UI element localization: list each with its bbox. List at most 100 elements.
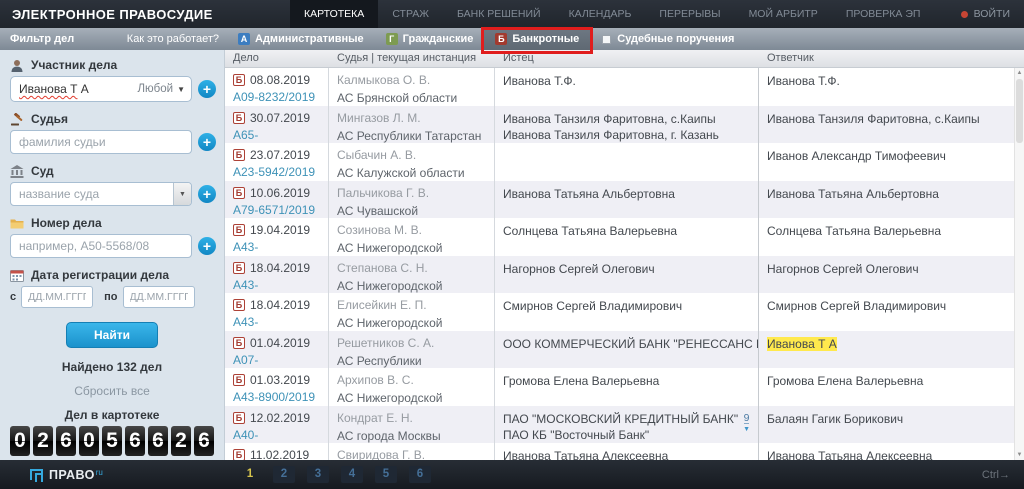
page-button-3[interactable]: 3 bbox=[307, 466, 329, 483]
case-number-link[interactable]: А65-22737/2019 bbox=[233, 128, 320, 144]
tab-label: Административные bbox=[255, 33, 364, 45]
plaintiff-cell: Иванова Т.Ф. bbox=[495, 68, 759, 106]
calendar-icon bbox=[10, 269, 24, 282]
add-judge-button[interactable]: + bbox=[198, 133, 216, 151]
participant-role-dropdown[interactable]: Любой ▼ bbox=[138, 83, 186, 95]
nav-item-календарь[interactable]: КАЛЕНДАРЬ bbox=[555, 0, 646, 28]
plaintiff-name: Громова Елена Валерьевна bbox=[503, 373, 750, 389]
judge-cell: Пальчикова Г. В.АС Чувашской Республики bbox=[329, 181, 495, 219]
more-parties-badge[interactable]: 9▼ bbox=[743, 413, 750, 435]
defendant-cell: Смирнов Сергей Владимирович bbox=[759, 293, 1014, 331]
case-cell: Б12.02.2019А40-32986/2019 bbox=[225, 406, 329, 444]
table-row: Б18.04.2019А43-16534/2019Степанова С. Н.… bbox=[225, 256, 1014, 294]
plaintiff-name: ПАО "МОСКОВСКИЙ КРЕДИТНЫЙ БАНК" bbox=[503, 411, 750, 427]
add-participant-button[interactable]: + bbox=[198, 80, 216, 98]
nav-item-картотека[interactable]: КАРТОТЕКА bbox=[290, 0, 378, 28]
page-button-6[interactable]: 6 bbox=[409, 466, 431, 483]
page-button-4[interactable]: 4 bbox=[341, 466, 363, 483]
case-number-link[interactable]: А43-16534/2019 bbox=[233, 278, 320, 294]
checkbox-icon bbox=[602, 35, 611, 44]
case-number-input[interactable] bbox=[10, 234, 192, 258]
reset-all-link[interactable]: Сбросить все bbox=[0, 384, 224, 398]
table-row: Б12.02.2019А40-32986/2019Кондрат Е. Н.АС… bbox=[225, 406, 1014, 444]
app-title: ЭЛЕКТРОННОЕ ПРАВОСУДИЕ bbox=[0, 0, 230, 28]
judge-cell: Мингазов Л. М.АС Республики Татарстан bbox=[329, 106, 495, 144]
counter-digit: 6 bbox=[56, 426, 76, 456]
table-row: Б10.06.2019А79-6571/2019Пальчикова Г. В.… bbox=[225, 181, 1014, 219]
judge-name: Решетников С. А. bbox=[337, 336, 486, 351]
court-select[interactable]: название суда ▼ bbox=[10, 182, 192, 206]
court-name: АС Республики Татарстан bbox=[337, 129, 486, 144]
case-number-link[interactable]: А43-16430/2019 bbox=[233, 315, 320, 331]
table-row: Б18.04.2019А43-16430/2019Елисейкин Е. П.… bbox=[225, 293, 1014, 331]
case-number-link[interactable]: А07-10026/2019 bbox=[233, 353, 320, 369]
case-cell: Б01.03.2019А43-8900/2019 bbox=[225, 368, 329, 406]
nav-item-мой-арбитр[interactable]: МОЙ АРБИТР bbox=[735, 0, 832, 28]
judge-name: Сыбачин А. В. bbox=[337, 148, 486, 163]
plaintiff-name: ПАО КБ "Восточный Банк" bbox=[503, 427, 750, 443]
court-name: АС Нижегородской области bbox=[337, 316, 486, 331]
defendant-cell: Солнцева Татьяна Валерьевна bbox=[759, 218, 1014, 256]
cases-table: ДелоСудья | текущая инстанцияИстецОтветч… bbox=[225, 50, 1024, 460]
case-number-link[interactable]: А79-6571/2019 bbox=[233, 203, 320, 217]
how-it-works-link[interactable]: Как это работает? bbox=[127, 33, 219, 45]
tab-административные[interactable]: А Административные bbox=[227, 28, 375, 50]
judge-name: Кондрат Е. Н. bbox=[337, 411, 486, 426]
bankruptcy-case-icon: Б bbox=[233, 112, 245, 124]
plaintiff-cell: ООО КОММЕРЧЕСКИЙ БАНК "РЕНЕССАНС КРЕДИТ" bbox=[495, 331, 759, 369]
scroll-up-arrow-icon[interactable]: ▲ bbox=[1015, 68, 1024, 78]
pravo-logo[interactable]: ПРАВО ru bbox=[0, 468, 227, 482]
nav-item-перерывы[interactable]: ПЕРЕРЫВЫ bbox=[645, 0, 734, 28]
defendant-name: Иванова Танзиля Фаритовна, с.Каипы bbox=[767, 111, 1006, 127]
nav-item-страж[interactable]: СТРАЖ bbox=[378, 0, 443, 28]
court-orders-label: Судебные поручения bbox=[617, 33, 734, 45]
nav-item-банк-решений[interactable]: БАНК РЕШЕНИЙ bbox=[443, 0, 555, 28]
add-case-number-button[interactable]: + bbox=[198, 237, 216, 255]
court-building-icon bbox=[10, 165, 24, 178]
page-button-2[interactable]: 2 bbox=[273, 466, 295, 483]
case-number-link[interactable]: А40-32986/2019 bbox=[233, 428, 320, 444]
court-orders-checkbox[interactable]: Судебные поручения bbox=[590, 28, 746, 50]
add-court-button[interactable]: + bbox=[198, 185, 216, 203]
date-to-input[interactable] bbox=[123, 286, 195, 308]
select-arrow-icon[interactable]: ▼ bbox=[173, 183, 191, 205]
case-number-link[interactable]: А09-8232/2019 bbox=[233, 90, 320, 104]
page-button-5[interactable]: 5 bbox=[375, 466, 397, 483]
case-number-link[interactable]: А43-8900/2019 bbox=[233, 390, 320, 404]
case-date: 08.08.2019 bbox=[250, 73, 310, 87]
case-cell: Б 08.08.2019 А09-8232/2019 bbox=[225, 68, 329, 106]
footer-bar: ПРАВО ru 123456 Ctrl→ bbox=[0, 460, 1024, 489]
more-parties-count: 9 bbox=[744, 413, 750, 424]
tab-банкротные[interactable]: ББанкротные bbox=[484, 28, 590, 50]
defendant-name: Балаян Гагик Борикович bbox=[767, 411, 1006, 427]
court-section-label: Суд bbox=[10, 164, 214, 178]
date-to-label: по bbox=[104, 291, 117, 303]
search-button[interactable]: Найти bbox=[66, 322, 158, 348]
case-number-link[interactable]: А23-5942/2019 bbox=[233, 165, 320, 179]
judge-input[interactable] bbox=[10, 130, 192, 154]
defendant-cell: Иванова Т А bbox=[759, 331, 1014, 369]
bankruptcy-case-icon: Б bbox=[233, 74, 245, 86]
judge-cell: Степанова С. Н.АС Нижегородской области bbox=[329, 256, 495, 294]
date-from-input[interactable] bbox=[21, 286, 93, 308]
case-type-letter-icon: А bbox=[238, 33, 250, 45]
bankruptcy-case-icon: Б bbox=[233, 149, 245, 161]
case-date: 23.07.2019 bbox=[250, 148, 310, 162]
registry-counter-label: Дел в картотеке bbox=[0, 408, 224, 422]
scroll-down-arrow-icon[interactable]: ▼ bbox=[1015, 450, 1024, 460]
search-match-highlight: Иванова Т А bbox=[767, 337, 837, 351]
bankruptcy-case-icon: Б bbox=[233, 299, 245, 311]
case-number-link[interactable]: А43-16638/2019 bbox=[233, 240, 320, 256]
tab-гражданские[interactable]: ГГражданские bbox=[375, 28, 485, 50]
chevron-down-icon: ▼ bbox=[177, 85, 185, 94]
table-row: Б08.08.2019А09-8232/2019Калмыкова О. В.А… bbox=[225, 68, 1014, 106]
court-name: АС Нижегородской области bbox=[337, 279, 486, 294]
counter-digit: 0 bbox=[10, 426, 30, 456]
nav-item-проверка-эп[interactable]: ПРОВЕРКА ЭП bbox=[832, 0, 935, 28]
page-button-1[interactable]: 1 bbox=[239, 466, 261, 483]
scrollbar-thumb[interactable] bbox=[1016, 79, 1023, 143]
vertical-scrollbar[interactable]: ▲ ▼ bbox=[1014, 68, 1024, 460]
participant-input[interactable]: Иванова Т А Любой ▼ bbox=[10, 76, 192, 102]
pravo-logo-icon bbox=[30, 469, 43, 480]
login-button[interactable]: ВОЙТИ bbox=[947, 0, 1024, 28]
